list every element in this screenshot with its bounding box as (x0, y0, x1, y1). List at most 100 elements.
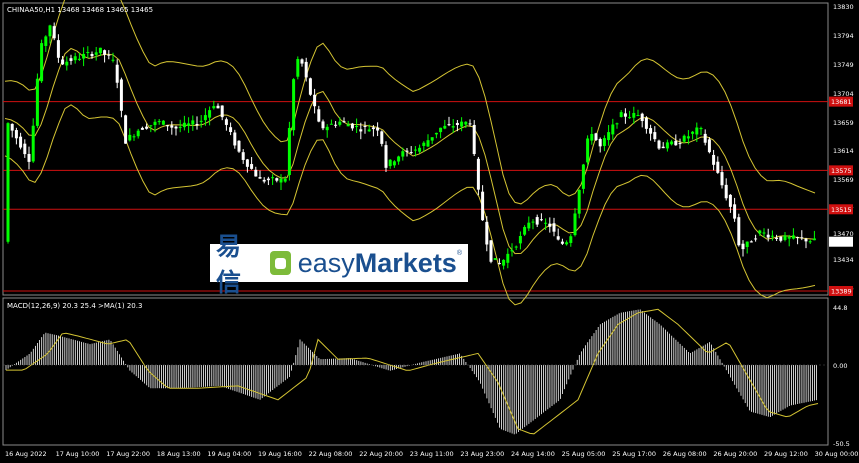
candle-body (611, 124, 615, 135)
candle-body (170, 125, 174, 128)
candle-body (657, 140, 661, 149)
price-axis-label: 13614 (833, 147, 854, 155)
candle-body (598, 139, 602, 147)
candle-body (527, 222, 531, 229)
candle-body (720, 172, 724, 186)
candle-body (493, 258, 497, 260)
candle-body (48, 25, 52, 37)
candle-body (346, 124, 350, 127)
candle-body (619, 112, 623, 118)
time-axis: 16 Aug 2022 17 Aug 10:00 17 Aug 22:00 18 Au… (5, 450, 858, 458)
candle-body (245, 159, 249, 167)
candle-body (489, 240, 493, 262)
price-tag-label: 13575 (831, 167, 852, 175)
candle-body (434, 132, 438, 135)
candle-body (359, 129, 363, 132)
candle-body (661, 146, 665, 149)
time-axis-label: 26 Aug 20:00 (713, 450, 757, 458)
candle-body (149, 125, 153, 127)
price-axis-label: 13749 (833, 61, 854, 69)
candle-body (699, 128, 703, 130)
candle-body (124, 115, 128, 144)
time-axis-label: 23 Aug 23:00 (460, 450, 504, 458)
candle-body (497, 263, 501, 265)
candle-body (401, 151, 405, 157)
candle-body (174, 126, 178, 129)
candle-body (82, 53, 86, 59)
candle-body (628, 117, 632, 119)
candle-body (90, 53, 94, 57)
candle-body (775, 237, 779, 240)
time-axis-label: 22 Aug 20:00 (359, 450, 403, 458)
signal-line (6, 308, 819, 435)
candle-body (779, 236, 783, 241)
candle-body (145, 126, 149, 129)
candle-body (224, 119, 228, 125)
price-tag-label: 13681 (831, 98, 852, 106)
time-axis-label: 17 Aug 22:00 (106, 450, 150, 458)
candle-body (418, 147, 422, 152)
candle-body (308, 78, 312, 95)
candle-body (69, 58, 73, 61)
candle-body (98, 47, 102, 54)
candle-body (728, 194, 732, 207)
indicator-axis: 44.8 0.00 -50.5 (833, 304, 850, 448)
candle-body (44, 36, 48, 46)
candle-body (254, 169, 258, 177)
candle-body (531, 221, 535, 223)
time-axis-label: 18 Aug 13:00 (157, 450, 201, 458)
candle-body (409, 152, 413, 154)
candle-body (10, 123, 14, 131)
candle-body (422, 142, 426, 146)
candle-body (212, 106, 216, 109)
candle-body (502, 259, 506, 266)
candle-body (86, 52, 90, 54)
candle-body (804, 238, 808, 242)
price-axis-label: 13659 (833, 119, 854, 127)
candle-body (733, 204, 737, 219)
candle-body (443, 125, 447, 129)
candle-body (464, 121, 468, 125)
candle-body (674, 140, 678, 146)
indicator-header: MACD(12,26,9) 20.3 25.4 >MA(1) 20.3 (7, 302, 142, 310)
candle-body (695, 127, 699, 135)
time-axis-label: 23 Aug 11:00 (410, 450, 454, 458)
candle-body (783, 235, 787, 240)
candle-body (762, 232, 766, 234)
time-axis-label: 30 Aug 00:00 (815, 450, 859, 458)
price-axis-label: 13569 (833, 176, 854, 184)
logo-mark-icon (270, 251, 291, 275)
candle-body (40, 43, 44, 82)
candle-body (577, 189, 581, 214)
candle-body (703, 133, 707, 143)
candle-body (430, 137, 434, 141)
time-axis-label: 25 Aug 05:00 (562, 450, 606, 458)
price-tag-label: 13465 (831, 238, 852, 246)
band-middle (4, 47, 816, 255)
candle-body (23, 143, 27, 155)
candle-body (758, 230, 762, 234)
candle-body (426, 140, 430, 147)
candle-body (392, 161, 396, 166)
trading-chart[interactable]: CHINAA50,H1 13468 13468 13465 13465 MACD… (0, 0, 859, 463)
candle-body (220, 105, 224, 118)
candle-body (686, 136, 690, 139)
candle-body (754, 238, 758, 240)
candle-body (157, 121, 161, 123)
candle-body (35, 78, 39, 126)
candle-body (539, 219, 543, 221)
candle-body (741, 243, 745, 250)
candle-body (573, 213, 577, 236)
candle-body (128, 134, 132, 141)
candle-body (476, 158, 480, 190)
candle-body (14, 130, 18, 139)
candle-body (275, 178, 279, 181)
candle-body (581, 164, 585, 189)
candle-body (380, 131, 384, 144)
candle-body (65, 61, 69, 66)
candle-body (707, 139, 711, 153)
candle-body (665, 142, 669, 149)
candle-body (737, 217, 741, 246)
candle-body (413, 149, 417, 151)
candle-body (569, 236, 573, 243)
